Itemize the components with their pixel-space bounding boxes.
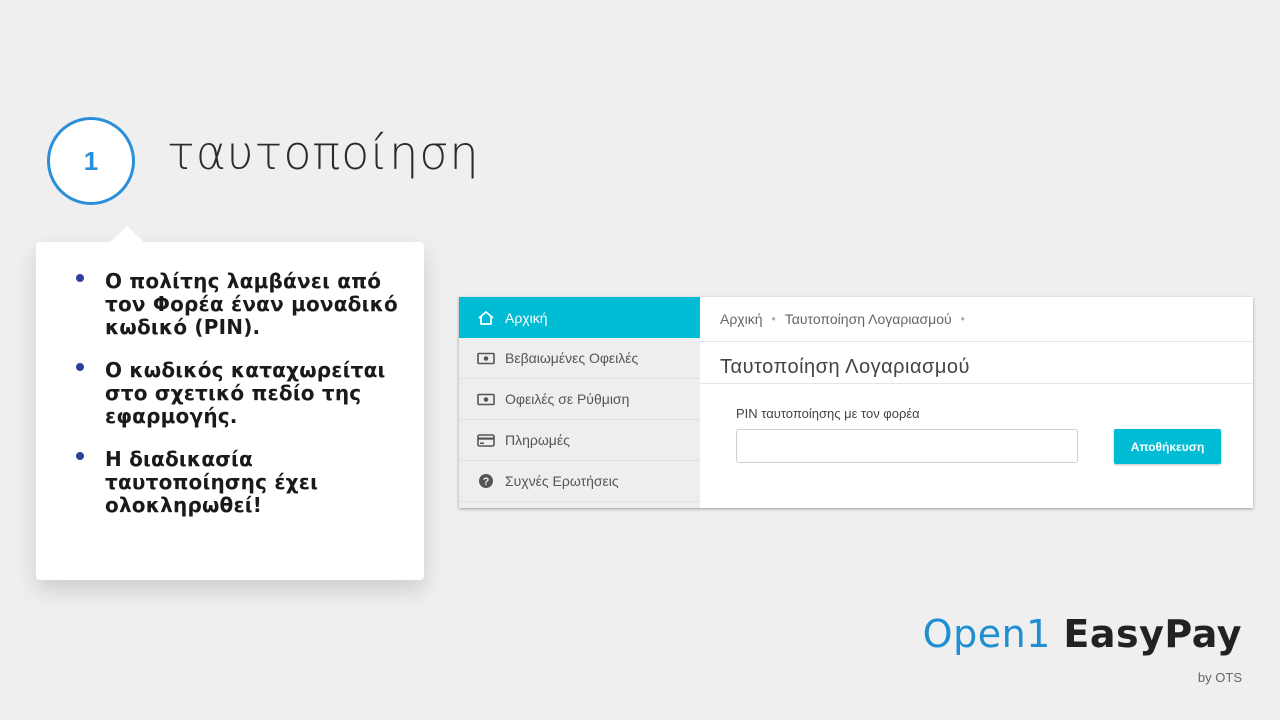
step-number: 1 (83, 145, 99, 176)
breadcrumb-separator-icon: • (960, 312, 965, 326)
bullet-icon (76, 363, 84, 371)
app-main: Αρχική • Ταυτοποίηση Λογαριασμού • Ταυτο… (700, 297, 1253, 508)
money-icon (476, 350, 496, 366)
slide-title: ταυτοποίηση (167, 126, 480, 180)
instructions-list: Ο πολίτης λαμβάνει από τον Φορέα έναν μο… (74, 270, 404, 517)
page-title: Ταυτοποίηση Λογαριασμού (720, 356, 970, 378)
pin-field-label: PIN ταυτοποίησης με τον φορέα (736, 406, 920, 421)
instruction-text: Ο πολίτης λαμβάνει από τον Φορέα έναν μο… (105, 269, 398, 339)
money-icon (476, 391, 496, 407)
sidebar-item-label: Συχνές Ερωτήσεις (505, 473, 619, 489)
bullet-icon (76, 452, 84, 460)
sidebar-item-confirmed-debts[interactable]: Βεβαιωμένες Οφειλές (459, 338, 700, 379)
heading-divider (700, 383, 1253, 384)
help-icon: ? (476, 473, 496, 489)
pin-input[interactable] (736, 429, 1078, 463)
callout-pointer (110, 226, 144, 242)
sidebar-item-label: Αρχική (505, 309, 548, 326)
bullet-icon (76, 274, 84, 282)
step-number-badge: 1 (47, 117, 135, 205)
brand-byline: by OTS (1197, 670, 1242, 685)
sidebar-item-debts-in-settlement[interactable]: Οφειλές σε Ρύθμιση (459, 379, 700, 420)
breadcrumb-home-link[interactable]: Αρχική (720, 311, 763, 327)
instruction-item: Η διαδικασία ταυτοποίησης έχει ολοκληρωθ… (74, 448, 404, 517)
brand-name-part2: EasyPay (1063, 612, 1242, 656)
instruction-item: Ο πολίτης λαμβάνει από τον Φορέα έναν μο… (74, 270, 404, 339)
instruction-text: Ο κωδικός καταχωρείται στο σχετικό πεδίο… (105, 358, 386, 428)
breadcrumb-current[interactable]: Ταυτοποίηση Λογαριασμού (785, 311, 952, 327)
app-screenshot: Αρχική Βεβαιωμένες Οφειλές Οφειλές σε Ρύ… (459, 297, 1253, 508)
app-sidebar: Αρχική Βεβαιωμένες Οφειλές Οφειλές σε Ρύ… (459, 297, 700, 508)
sidebar-item-label: Βεβαιωμένες Οφειλές (505, 350, 639, 366)
breadcrumb-separator-icon: • (771, 312, 776, 326)
credit-card-icon (476, 432, 496, 448)
home-icon (476, 310, 496, 326)
svg-text:?: ? (483, 476, 490, 488)
save-button[interactable]: Αποθήκευση (1114, 429, 1221, 464)
breadcrumb: Αρχική • Ταυτοποίηση Λογαριασμού • (700, 297, 1253, 342)
sidebar-item-label: Πληρωμές (505, 432, 570, 448)
brand-logo: Open1 EasyPay (923, 612, 1242, 656)
instruction-item: Ο κωδικός καταχωρείται στο σχετικό πεδίο… (74, 359, 404, 428)
sidebar-item-label: Οφειλές σε Ρύθμιση (505, 391, 630, 407)
instructions-callout: Ο πολίτης λαμβάνει από τον Φορέα έναν μο… (36, 226, 424, 580)
instruction-text: Η διαδικασία ταυτοποίησης έχει ολοκληρωθ… (105, 447, 319, 517)
brand-name-part1: Open1 (922, 612, 1051, 656)
sidebar-item-faq[interactable]: ? Συχνές Ερωτήσεις (459, 461, 700, 502)
sidebar-item-payments[interactable]: Πληρωμές (459, 420, 700, 461)
sidebar-item-home[interactable]: Αρχική (459, 297, 700, 338)
